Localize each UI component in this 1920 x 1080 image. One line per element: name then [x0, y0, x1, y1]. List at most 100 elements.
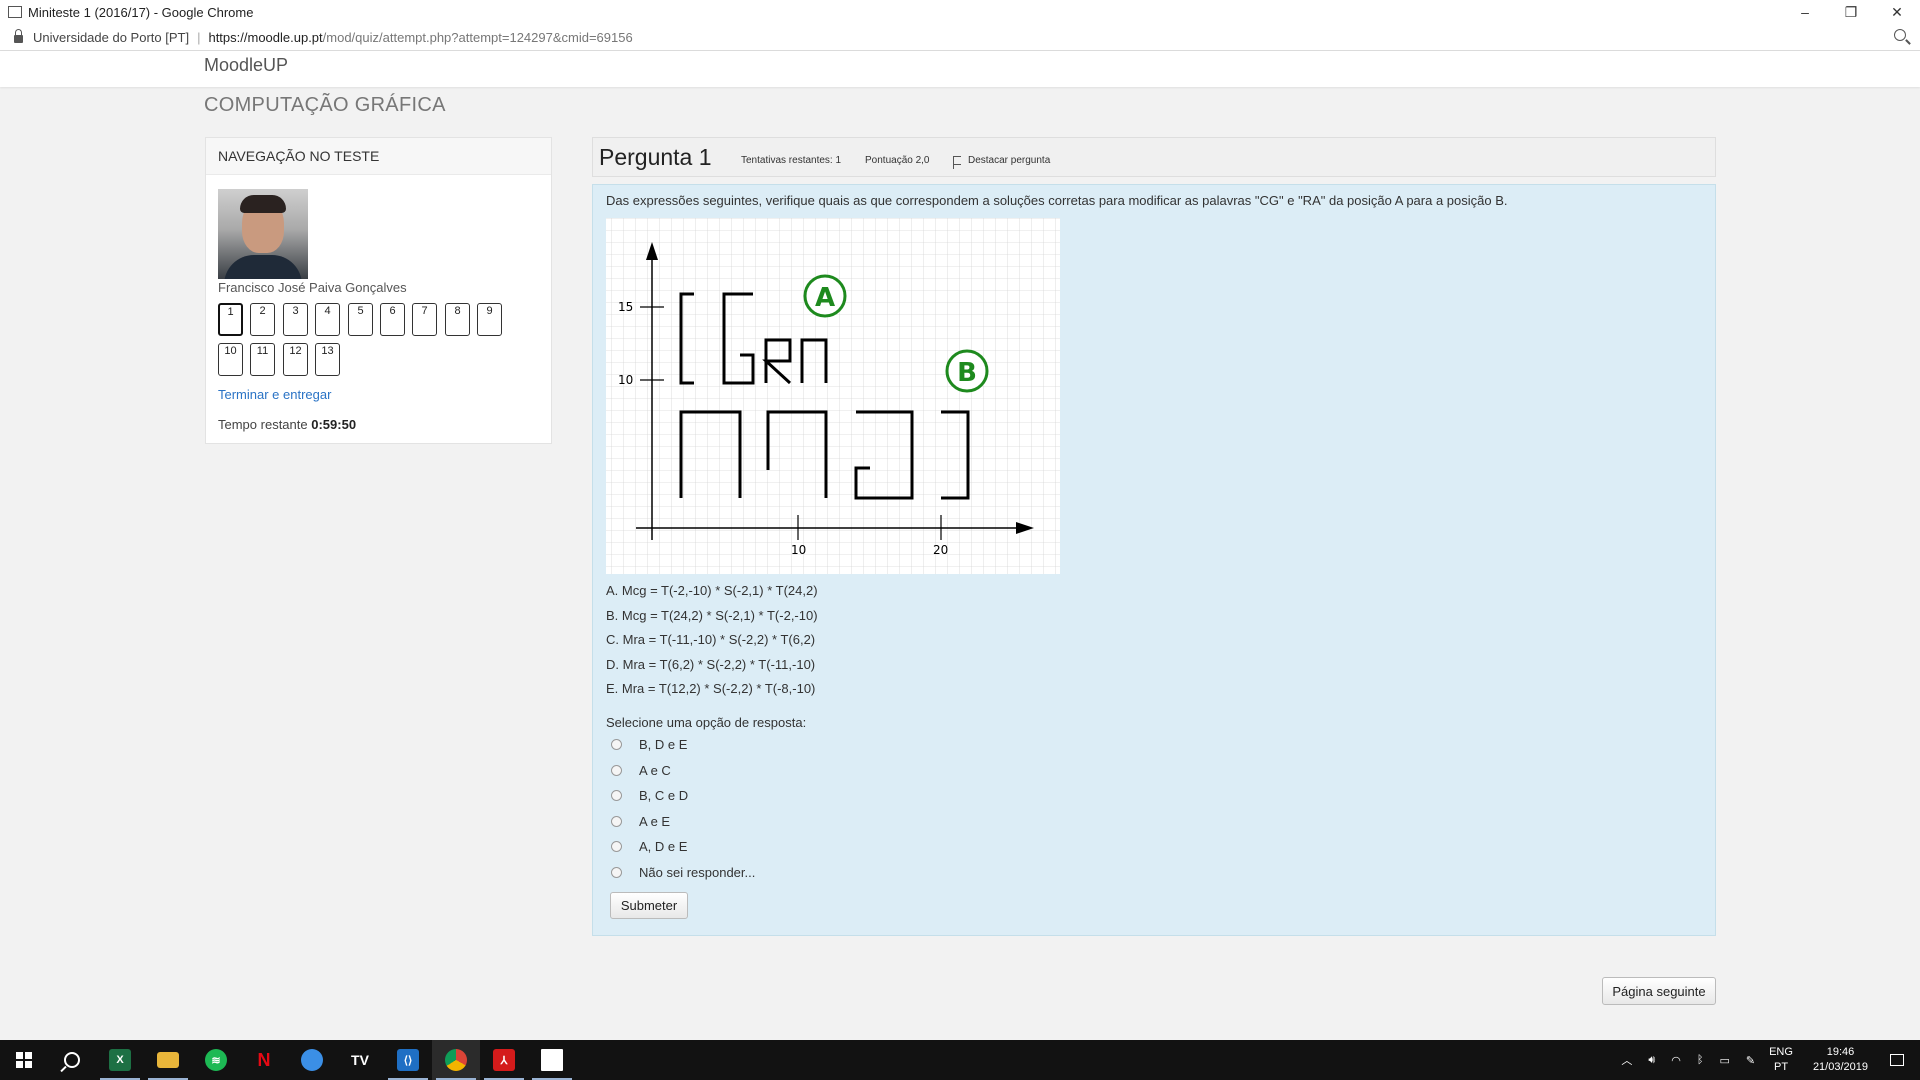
lock-icon[interactable]	[14, 29, 23, 43]
answer-option[interactable]: A, D e E	[611, 834, 755, 860]
submit-button[interactable]: Submeter	[610, 892, 688, 919]
brand-link[interactable]: MoodleUP	[204, 55, 288, 76]
question-info: Pergunta 1 Tentativas restantes: 1 Pontu…	[592, 137, 1716, 177]
answer-label[interactable]: B, C e D	[639, 788, 688, 803]
answer-option[interactable]: A e E	[611, 809, 755, 835]
window-titlebar: Miniteste 1 (2016/17) - Google Chrome – …	[0, 0, 1920, 24]
y-tick-10: 10	[618, 373, 633, 387]
volume-icon[interactable]: 🔊︎	[1640, 1054, 1663, 1067]
avatar[interactable]	[218, 189, 308, 279]
question-button-6[interactable]: 6	[380, 303, 405, 336]
tray-chevron-up-icon[interactable]: ︿	[1613, 1052, 1640, 1068]
course-title: COMPUTAÇÃO GRÁFICA	[204, 94, 446, 116]
acrobat-icon: ⅄	[493, 1049, 515, 1071]
question-button-3[interactable]: 3	[283, 303, 308, 336]
address-separator: |	[197, 29, 201, 45]
clock-time: 19:46	[1826, 1046, 1855, 1058]
address-bar[interactable]: Universidade do Porto [PT] | https://moo…	[0, 24, 1920, 51]
flag-icon[interactable]	[953, 156, 961, 169]
question-button-11[interactable]: 11	[250, 343, 275, 376]
taskbar: X ≋ N TV ⟨⟩ ⅄ ︿ 🔊︎ ◠ ᛒ ▭ ✎ ENG PT 19:46 …	[0, 1040, 1920, 1080]
question-number: Pergunta 1	[599, 144, 712, 171]
answer-radio[interactable]	[611, 790, 622, 802]
answer-option[interactable]: Não sei responder...	[611, 860, 755, 886]
answer-option[interactable]: B, D e E	[611, 732, 755, 758]
time-remaining-value: 0:59:50	[311, 417, 357, 432]
language-top: ENG	[1769, 1046, 1793, 1058]
windows-logo-icon	[16, 1052, 32, 1068]
avatar-shirt	[224, 255, 302, 279]
answer-label[interactable]: A e C	[639, 763, 671, 778]
taskbar-file-explorer[interactable]	[144, 1040, 192, 1080]
taskbar-acrobat[interactable]: ⅄	[480, 1040, 528, 1080]
search-icon	[64, 1052, 80, 1068]
taskbar-clock[interactable]: 19:46 21/03/2019	[1799, 1045, 1882, 1075]
answer-option[interactable]: B, C e D	[611, 783, 755, 809]
start-button[interactable]	[0, 1040, 48, 1080]
vscode-icon: ⟨⟩	[397, 1049, 419, 1071]
question-text: Das expressões seguintes, verifique quai…	[606, 193, 1508, 208]
answer-radio[interactable]	[611, 866, 622, 878]
notification-center-icon[interactable]	[1890, 1054, 1904, 1066]
taskbar-vscode[interactable]: ⟨⟩	[384, 1040, 432, 1080]
zoom-icon[interactable]	[1894, 29, 1906, 41]
avatar-hair	[240, 195, 286, 213]
clock-date: 21/03/2019	[1812, 1061, 1868, 1073]
folder-icon	[157, 1052, 179, 1068]
battery-icon[interactable]: ▭	[1711, 1054, 1737, 1067]
question-button-2[interactable]: 2	[250, 303, 275, 336]
bluetooth-icon[interactable]: ᛒ	[1689, 1054, 1712, 1066]
expression-d: D. Mra = T(6,2) * S(-2,2) * T(-11,-10)	[606, 656, 816, 672]
finish-attempt-link[interactable]: Terminar e entregar	[218, 387, 331, 402]
taskbar-spotify[interactable]: ≋	[192, 1040, 240, 1080]
taskbar-chrome[interactable]	[432, 1040, 480, 1080]
question-button-12[interactable]: 12	[283, 343, 308, 376]
question-button-5[interactable]: 5	[348, 303, 373, 336]
question-button-4[interactable]: 4	[315, 303, 340, 336]
taskbar-search[interactable]	[48, 1040, 96, 1080]
messenger-icon	[301, 1049, 323, 1071]
flag-question-link[interactable]: Destacar pergunta	[968, 155, 1050, 166]
answer-label[interactable]: A, D e E	[639, 839, 687, 854]
taskbar-photos[interactable]	[528, 1040, 576, 1080]
answer-radio[interactable]	[611, 841, 622, 853]
url-path[interactable]: /mod/quiz/attempt.php?attempt=124297&cmi…	[323, 30, 633, 45]
site-identity[interactable]: Universidade do Porto [PT]	[33, 30, 189, 45]
taskbar-tv[interactable]: TV	[336, 1040, 384, 1080]
restore-icon[interactable]: ❐	[1828, 0, 1874, 24]
answer-label[interactable]: Não sei responder...	[639, 865, 755, 880]
question-button-1[interactable]: 1	[218, 303, 243, 336]
expression-b: B. Mcg = T(24,2) * S(-2,1) * T(-2,-10)	[606, 607, 818, 623]
next-page-button[interactable]: Página seguinte	[1602, 977, 1716, 1005]
url-host[interactable]: https://moodle.up.pt	[208, 30, 322, 45]
answer-option[interactable]: A e C	[611, 758, 755, 784]
question-button-7[interactable]: 7	[412, 303, 437, 336]
taskbar-messenger[interactable]	[288, 1040, 336, 1080]
photos-icon	[541, 1049, 563, 1071]
question-button-13[interactable]: 13	[315, 343, 340, 376]
netflix-icon: N	[257, 1049, 271, 1070]
close-icon[interactable]: ✕	[1874, 0, 1920, 24]
tv-icon: TV	[351, 1052, 369, 1068]
answer-radio[interactable]	[611, 739, 622, 751]
chrome-icon	[445, 1049, 467, 1071]
question-button-8[interactable]: 8	[445, 303, 470, 336]
pen-icon[interactable]: ✎	[1738, 1054, 1763, 1067]
question-button-9[interactable]: 9	[477, 303, 502, 336]
answer-radio[interactable]	[611, 764, 622, 776]
answer-label[interactable]: B, D e E	[639, 737, 687, 752]
wifi-icon[interactable]: ◠	[1663, 1054, 1689, 1067]
question-figure: 15 10 10 20 A B	[606, 218, 1060, 574]
app-icon	[8, 6, 22, 18]
grid-figure: 15 10 10 20 A B	[606, 218, 1060, 574]
answer-label[interactable]: A e E	[639, 814, 670, 829]
minimize-icon[interactable]: –	[1782, 0, 1828, 24]
system-tray: ︿ 🔊︎ ◠ ᛒ ▭ ✎ ENG PT 19:46 21/03/2019	[1613, 1040, 1920, 1080]
taskbar-excel[interactable]: X	[96, 1040, 144, 1080]
language-indicator[interactable]: ENG PT	[1763, 1045, 1799, 1075]
user-name: Francisco José Paiva Gonçalves	[218, 280, 407, 295]
taskbar-netflix[interactable]: N	[240, 1040, 288, 1080]
answer-radio[interactable]	[611, 815, 622, 827]
question-button-10[interactable]: 10	[218, 343, 243, 376]
question-grade: Pontuação 2,0	[865, 155, 930, 166]
